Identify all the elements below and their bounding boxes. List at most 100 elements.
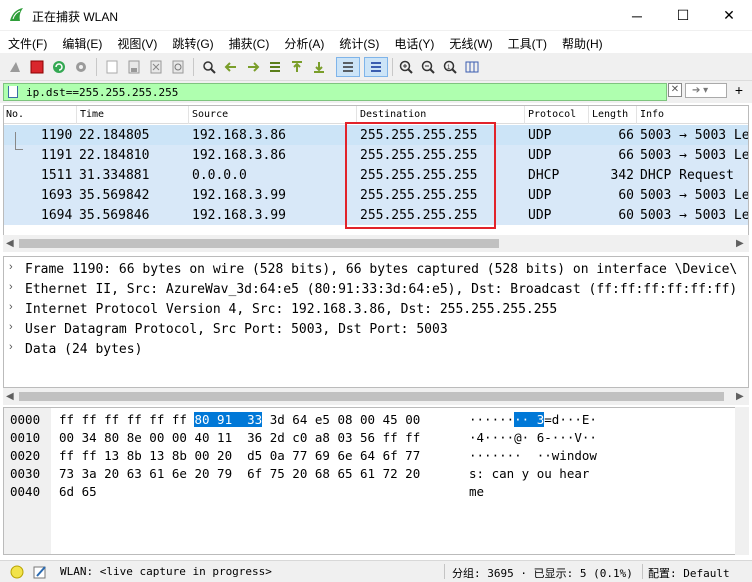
byte-offset: 0010 bbox=[10, 430, 41, 445]
scroll-thumb[interactable] bbox=[19, 392, 724, 401]
ascii-row[interactable]: s: can y ou hear bbox=[469, 466, 597, 484]
close-button[interactable]: ✕ bbox=[706, 0, 752, 31]
expand-icon[interactable]: › bbox=[9, 281, 13, 293]
expand-icon[interactable]: › bbox=[9, 301, 13, 313]
go-back-icon[interactable] bbox=[221, 57, 241, 77]
ascii-row[interactable]: ········ 3=d···E· bbox=[469, 412, 597, 430]
packet-details[interactable]: › Frame 1190: 66 bytes on wire (528 bits)… bbox=[3, 256, 749, 388]
clear-filter-icon[interactable]: ✕ bbox=[668, 83, 682, 97]
go-to-packet-icon[interactable] bbox=[265, 57, 285, 77]
stop-capture-icon[interactable] bbox=[27, 57, 47, 77]
zoom-in-icon[interactable] bbox=[396, 57, 416, 77]
hex-selection: 80 91 33 bbox=[194, 412, 263, 427]
detail-row-ethernet[interactable]: › Ethernet II, Src: AzureWav_3d:64:e5 (80… bbox=[4, 279, 748, 299]
last-packet-icon[interactable] bbox=[309, 57, 329, 77]
menu-wireless[interactable]: 无线(W) bbox=[441, 31, 499, 53]
byte-offset: 0040 bbox=[10, 484, 41, 499]
menu-help[interactable]: 帮助(H) bbox=[554, 31, 610, 53]
column-time[interactable]: Time bbox=[80, 109, 104, 120]
minimize-button[interactable]: ─ bbox=[614, 0, 660, 31]
scroll-right-icon[interactable]: ▶ bbox=[736, 391, 744, 402]
go-forward-icon[interactable] bbox=[243, 57, 263, 77]
ascii-row[interactable]: ······· ··window bbox=[469, 448, 597, 466]
close-file-icon[interactable] bbox=[146, 57, 166, 77]
profile-status[interactable]: 配置: Default bbox=[648, 565, 730, 581]
hex-row[interactable]: ff ff 13 8b 13 8b 00 20 d5 0a 77 69 6e 6… bbox=[59, 448, 420, 466]
display-filter-input[interactable]: ip.dst==255.255.255.255 bbox=[3, 83, 667, 101]
colorize-icon[interactable] bbox=[364, 57, 388, 77]
details-hscrollbar[interactable]: ◀ ▶ bbox=[3, 388, 749, 405]
menu-edit[interactable]: 编辑(E) bbox=[54, 31, 109, 53]
packet-source: 192.168.3.99 bbox=[192, 188, 286, 203]
reload-file-icon[interactable] bbox=[168, 57, 188, 77]
expand-icon[interactable]: › bbox=[9, 261, 13, 273]
column-info[interactable]: Info bbox=[640, 109, 664, 120]
first-packet-icon[interactable] bbox=[287, 57, 307, 77]
scroll-left-icon[interactable]: ◀ bbox=[6, 238, 14, 249]
column-length[interactable]: Length bbox=[592, 109, 628, 120]
maximize-button[interactable]: ☐ bbox=[660, 0, 706, 31]
detail-row-data[interactable]: › Data (24 bytes) bbox=[4, 339, 748, 359]
hex-row[interactable]: ff ff ff ff ff ff 80 91 33 3d 64 e5 08 0… bbox=[59, 412, 420, 430]
menu-file[interactable]: 文件(F) bbox=[0, 31, 54, 53]
restart-capture-icon[interactable] bbox=[49, 57, 69, 77]
toolbar-separator bbox=[392, 58, 393, 76]
hex-row[interactable]: 00 34 80 8e 00 00 40 11 36 2d c0 a8 03 5… bbox=[59, 430, 420, 448]
column-separator bbox=[588, 106, 589, 124]
open-file-icon[interactable] bbox=[102, 57, 122, 77]
expert-info-icon[interactable] bbox=[10, 565, 24, 579]
packet-no: 1191 bbox=[41, 148, 73, 163]
detail-row-udp[interactable]: › User Datagram Protocol, Src Port: 5003,… bbox=[4, 319, 748, 339]
detail-row-ipv4[interactable]: › Internet Protocol Version 4, Src: 192.1… bbox=[4, 299, 748, 319]
ascii-row[interactable]: ·4····@· 6-···V·· bbox=[469, 430, 597, 448]
resize-columns-icon[interactable] bbox=[462, 57, 482, 77]
menu-view[interactable]: 视图(V) bbox=[109, 31, 164, 53]
ascii-selection: ·· 3 bbox=[514, 412, 545, 427]
start-capture-icon[interactable] bbox=[5, 57, 25, 77]
ascii-row[interactable]: me bbox=[469, 484, 484, 502]
expand-icon[interactable]: › bbox=[9, 341, 13, 353]
scroll-left-icon[interactable]: ◀ bbox=[6, 391, 14, 402]
capture-comment-icon[interactable] bbox=[32, 564, 48, 580]
menu-telephony[interactable]: 电话(Y) bbox=[386, 31, 441, 53]
menu-capture[interactable]: 捕获(C) bbox=[221, 31, 277, 53]
zoom-out-icon[interactable] bbox=[418, 57, 438, 77]
find-packet-icon[interactable] bbox=[199, 57, 219, 77]
column-protocol[interactable]: Protocol bbox=[528, 109, 576, 120]
main-toolbar: 1 bbox=[0, 53, 752, 81]
column-separator bbox=[636, 106, 637, 124]
bookmark-icon[interactable] bbox=[8, 86, 18, 98]
add-filter-button[interactable]: + bbox=[731, 82, 747, 98]
column-separator bbox=[524, 106, 525, 124]
packet-list-hscrollbar[interactable]: ◀ ▶ bbox=[3, 235, 749, 252]
scroll-right-icon[interactable]: ▶ bbox=[736, 238, 744, 249]
normal-size-icon[interactable]: 1 bbox=[440, 57, 460, 77]
packet-info: 5003 → 5003 Le bbox=[640, 188, 749, 203]
packet-info: 5003 → 5003 Le bbox=[640, 128, 749, 143]
menu-statistics[interactable]: 统计(S) bbox=[331, 31, 386, 53]
detail-row-frame[interactable]: › Frame 1190: 66 bytes on wire (528 bits)… bbox=[4, 259, 748, 279]
packet-info: 5003 → 5003 Le bbox=[640, 148, 749, 163]
destination-highlight-box bbox=[345, 122, 496, 229]
packet-bytes[interactable]: 0000 ff ff ff ff ff ff 80 91 33 3d 64 e5… bbox=[3, 407, 749, 555]
menu-tools[interactable]: 工具(T) bbox=[500, 31, 554, 53]
expand-icon[interactable]: › bbox=[9, 321, 13, 333]
save-file-icon[interactable] bbox=[124, 57, 144, 77]
column-source[interactable]: Source bbox=[192, 109, 228, 120]
capture-options-icon[interactable] bbox=[71, 57, 91, 77]
packet-source: 192.168.3.99 bbox=[192, 208, 286, 223]
title-bar: 正在捕获 WLAN ─ ☐ ✕ bbox=[0, 0, 752, 31]
bytes-vscrollbar[interactable] bbox=[735, 407, 749, 555]
apply-filter-button[interactable]: ➔ ▾ bbox=[685, 83, 727, 98]
column-separator bbox=[76, 106, 77, 124]
hex-row[interactable]: 73 3a 20 63 61 6e 20 79 6f 75 20 68 65 6… bbox=[59, 466, 420, 484]
column-no[interactable]: No. bbox=[6, 109, 24, 120]
status-separator bbox=[444, 564, 445, 579]
column-separator bbox=[188, 106, 189, 124]
menu-analyze[interactable]: 分析(A) bbox=[276, 31, 331, 53]
autoscroll-icon[interactable] bbox=[336, 57, 360, 77]
scroll-thumb[interactable] bbox=[19, 239, 499, 248]
column-destination[interactable]: Destination bbox=[360, 109, 426, 120]
hex-row[interactable]: 6d 65 bbox=[59, 484, 97, 502]
menu-go[interactable]: 跳转(G) bbox=[164, 31, 220, 53]
